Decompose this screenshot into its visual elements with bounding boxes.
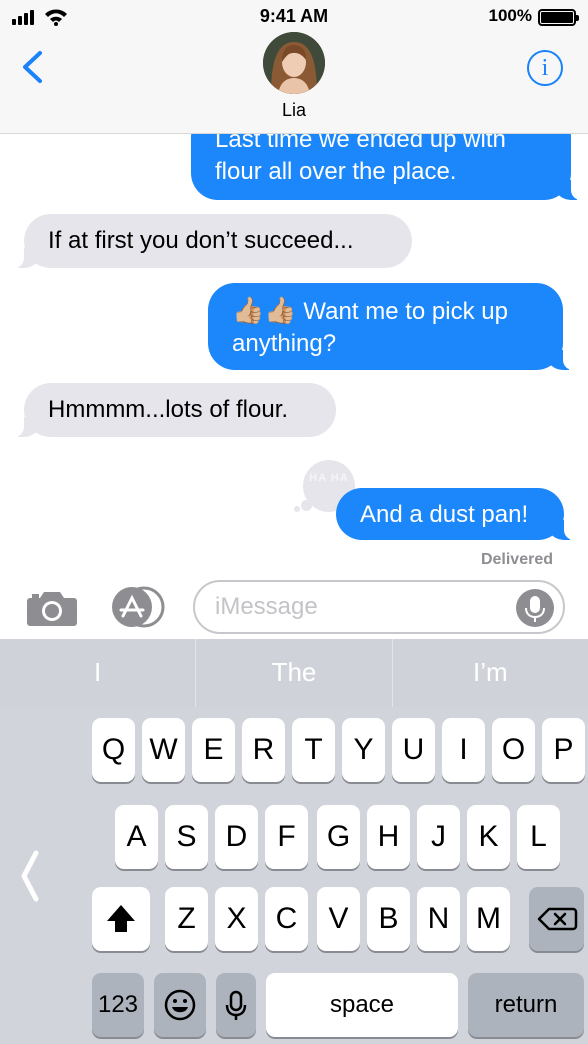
numbers-key[interactable]: 123 xyxy=(92,973,144,1037)
dictation-icon xyxy=(225,990,247,1020)
key-x[interactable]: X xyxy=(215,887,258,951)
key-c[interactable]: C xyxy=(265,887,308,951)
suggestion-item[interactable]: I xyxy=(0,639,197,707)
message-input[interactable]: iMessage xyxy=(193,580,565,634)
message-bubble-sent[interactable]: And a dust pan! xyxy=(336,488,576,540)
message-bubble-received[interactable]: Hmmmm...lots of flour. xyxy=(12,383,336,437)
message-text: And a dust pan! xyxy=(360,501,529,528)
key-q[interactable]: Q xyxy=(92,718,135,782)
key-f[interactable]: F xyxy=(265,805,308,869)
message-text-line: Want me to pick up xyxy=(296,298,508,325)
message-text: Hmmmm...lots of flour. xyxy=(48,396,289,423)
message-text: If at first you don’t succeed... xyxy=(48,227,354,254)
space-key[interactable]: space xyxy=(266,973,458,1037)
thumbs-up-emoji: 👍🏼👍🏼 xyxy=(232,295,297,325)
delivered-status: Delivered xyxy=(480,551,553,568)
key-m[interactable]: M xyxy=(467,887,510,951)
key-a[interactable]: A xyxy=(115,805,158,869)
key-y[interactable]: Y xyxy=(342,718,385,782)
reaction-tail-small xyxy=(294,506,300,512)
key-v[interactable]: V xyxy=(317,887,360,951)
microphone-icon[interactable] xyxy=(516,589,554,627)
key-h[interactable]: H xyxy=(367,805,410,869)
message-text-line: flour all over the place. xyxy=(215,158,457,185)
status-bar: 9:41 AM 100% xyxy=(0,0,588,34)
message-bubble-sent[interactable]: 👍🏼👍🏼 Want me to pick up anything? xyxy=(208,283,575,370)
key-d[interactable]: D xyxy=(215,805,258,869)
key-b[interactable]: B xyxy=(367,887,410,951)
app-store-icon[interactable] xyxy=(110,585,166,629)
emoji-icon xyxy=(164,989,196,1021)
shift-key[interactable] xyxy=(92,887,150,951)
key-n[interactable]: N xyxy=(417,887,460,951)
key-w[interactable]: W xyxy=(142,718,185,782)
key-k[interactable]: K xyxy=(467,805,510,869)
predictive-text-bar: I The I’m xyxy=(0,639,588,707)
message-text-line: anything? xyxy=(232,330,337,357)
battery-percentage: 100% xyxy=(488,6,532,25)
battery-icon xyxy=(538,9,579,26)
back-chevron-icon[interactable] xyxy=(18,50,48,84)
key-r[interactable]: R xyxy=(242,718,285,782)
key-g[interactable]: G xyxy=(317,805,360,869)
key-i[interactable]: I xyxy=(442,718,485,782)
message-bubble-received[interactable]: If at first you don’t succeed... xyxy=(12,214,412,268)
suggestion-item[interactable]: The xyxy=(196,639,393,707)
compose-bar: iMessage xyxy=(0,575,588,639)
avatar[interactable] xyxy=(263,32,325,94)
suggestion-item[interactable]: I’m xyxy=(393,639,588,707)
key-j[interactable]: J xyxy=(417,805,460,869)
return-key[interactable]: return xyxy=(468,973,584,1037)
dictation-key[interactable] xyxy=(216,973,256,1037)
key-e[interactable]: E xyxy=(192,718,235,782)
key-t[interactable]: T xyxy=(292,718,335,782)
info-icon[interactable]: i xyxy=(527,50,563,86)
keyboard-handle-icon[interactable] xyxy=(18,849,42,903)
key-u[interactable]: U xyxy=(392,718,435,782)
delete-icon xyxy=(537,907,578,931)
key-z[interactable]: Z xyxy=(165,887,208,951)
emoji-key[interactable] xyxy=(154,973,206,1037)
key-p[interactable]: P xyxy=(542,718,585,782)
key-s[interactable]: S xyxy=(165,805,208,869)
key-l[interactable]: L xyxy=(517,805,560,869)
tapback-label: HA HA xyxy=(309,472,349,484)
shift-icon xyxy=(107,905,135,932)
keyboard: Q W E R T Y U I O P A S D F G H J K L Z … xyxy=(0,707,588,1044)
camera-icon[interactable] xyxy=(26,589,78,627)
message-placeholder: iMessage xyxy=(215,593,318,620)
delete-key[interactable] xyxy=(529,887,584,951)
contact-name[interactable]: Lia xyxy=(0,100,588,121)
key-o[interactable]: O xyxy=(492,718,535,782)
